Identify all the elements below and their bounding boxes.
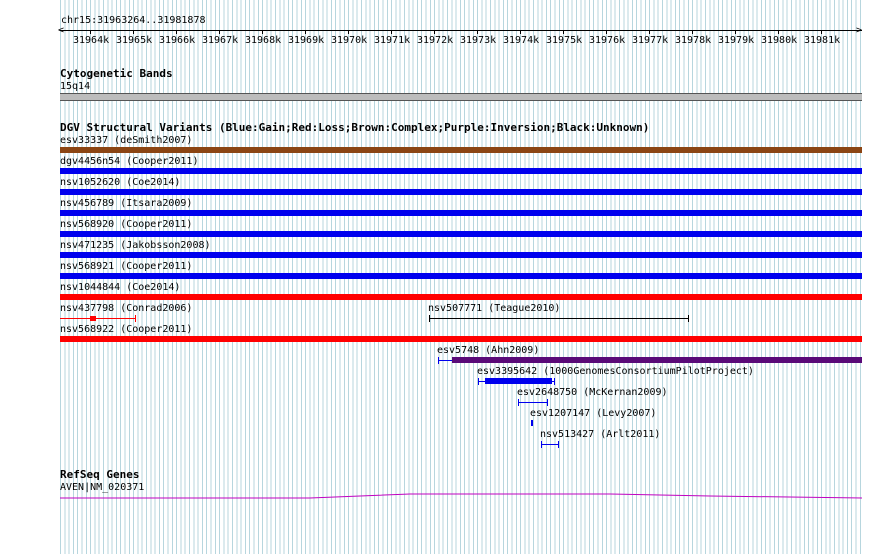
variant-label[interactable]: nsv471235 (Jakobsson2008) — [60, 241, 211, 251]
variant-bar-gain[interactable] — [60, 231, 862, 237]
ruler-tick-label: 31978k — [675, 35, 712, 46]
ruler-tick-label: 31964k — [73, 35, 110, 46]
variant-line-unknown[interactable] — [429, 318, 688, 319]
ruler-tick — [606, 30, 607, 34]
variant-label[interactable]: esv5748 (Ahn2009) — [437, 346, 539, 356]
ruler-tick — [391, 30, 392, 34]
ruler-tick-label: 31972k — [417, 35, 454, 46]
ruler-tick-label: 31981k — [804, 35, 841, 46]
variant-bar-loss[interactable] — [60, 294, 862, 300]
ruler-tick-label: 31967k — [202, 35, 239, 46]
variant-label[interactable]: nsv1044844 (Coe2014) — [60, 283, 180, 293]
gene-model-line[interactable] — [60, 490, 862, 502]
ruler-tick-label: 31975k — [546, 35, 583, 46]
variant-label[interactable]: nsv568921 (Cooper2011) — [60, 262, 192, 272]
variant-bar-loss[interactable] — [60, 336, 862, 342]
ruler-tick — [735, 30, 736, 34]
variant-bar-inversion[interactable] — [452, 357, 862, 363]
variant-end-tick — [688, 315, 689, 322]
variant-line-loss[interactable] — [60, 318, 136, 319]
ruler-tick — [692, 30, 693, 34]
variant-line-gain[interactable] — [541, 444, 559, 445]
refseq-track-title: RefSeq Genes — [60, 468, 140, 481]
variant-bar-gain[interactable] — [60, 168, 862, 174]
variant-end-tick — [554, 378, 555, 385]
cytoband-label: 15q14 — [60, 81, 91, 92]
ruler-tick-label: 31970k — [331, 35, 368, 46]
ruler-tick-label: 31969k — [288, 35, 325, 46]
ruler-tick — [90, 30, 91, 34]
ruler-tick-label: 31974k — [503, 35, 540, 46]
variant-bar-gain[interactable] — [485, 378, 552, 384]
variant-label[interactable]: nsv437798 (Conrad2006) — [60, 304, 192, 314]
variant-label[interactable]: esv3395642 (1000GenomesConsortiumPilotPr… — [477, 367, 754, 377]
ruler-tick-label: 31977k — [632, 35, 669, 46]
ruler-tick — [649, 30, 650, 34]
ruler-tick-label: 31976k — [589, 35, 626, 46]
ruler-tick — [778, 30, 779, 34]
ruler-tick — [305, 30, 306, 34]
ruler-tick — [262, 30, 263, 34]
variant-label[interactable]: dgv4456n54 (Cooper2011) — [60, 157, 198, 167]
variant-start-tick — [478, 378, 479, 385]
ruler-tick — [219, 30, 220, 34]
variant-bar-gain[interactable] — [60, 189, 862, 195]
ruler-tick — [520, 30, 521, 34]
variant-end-tick — [135, 315, 136, 322]
variant-line-gain[interactable] — [518, 402, 548, 403]
variant-bar-complex[interactable] — [60, 147, 862, 153]
variant-start-tick — [518, 399, 519, 406]
ruler-tick — [176, 30, 177, 34]
variant-label[interactable]: esv33337 (deSmith2007) — [60, 136, 192, 146]
variant-block-gain[interactable] — [531, 420, 533, 426]
variant-label[interactable]: nsv507771 (Teague2010) — [428, 304, 560, 314]
ruler-left-arrow: < — [58, 25, 65, 36]
variant-label[interactable]: nsv456789 (Itsara2009) — [60, 199, 192, 209]
ruler-region-title: chr15:31963264..31981878 — [61, 15, 206, 26]
ruler-tick-label: 31979k — [718, 35, 755, 46]
ruler-tick — [348, 30, 349, 34]
ruler-tick — [563, 30, 564, 34]
variant-label[interactable]: esv1207147 (Levy2007) — [530, 409, 656, 419]
ruler-tick-label: 31968k — [245, 35, 282, 46]
cytoband-bar[interactable] — [60, 93, 862, 101]
variant-label[interactable]: nsv1052620 (Coe2014) — [60, 178, 180, 188]
ruler-tick-label: 31973k — [460, 35, 497, 46]
ruler-tick — [133, 30, 134, 34]
variant-label[interactable]: nsv568922 (Cooper2011) — [60, 325, 192, 335]
ruler-tick-label: 31965k — [116, 35, 153, 46]
variant-bar-gain[interactable] — [60, 273, 862, 279]
variant-block-loss[interactable] — [90, 316, 96, 321]
ruler-tick — [821, 30, 822, 34]
variant-label[interactable]: nsv513427 (Arlt2011) — [540, 430, 660, 440]
ruler-right-arrow: > — [856, 25, 863, 36]
dgv-track-title: DGV Structural Variants (Blue:Gain;Red:L… — [60, 121, 650, 134]
ruler-tick-label: 31966k — [159, 35, 196, 46]
variant-bar-gain[interactable] — [60, 210, 862, 216]
ruler-axis — [60, 30, 862, 31]
variant-label[interactable]: esv2648750 (McKernan2009) — [517, 388, 668, 398]
ruler-tick — [477, 30, 478, 34]
cytoband-track-title: Cytogenetic Bands — [60, 67, 173, 80]
variant-start-tick — [541, 441, 542, 448]
variant-end-tick — [547, 399, 548, 406]
ruler-tick-label: 31971k — [374, 35, 411, 46]
variant-label[interactable]: nsv568920 (Cooper2011) — [60, 220, 192, 230]
variant-start-tick — [438, 357, 439, 364]
variant-end-tick — [558, 441, 559, 448]
variant-start-tick — [429, 315, 430, 322]
variant-bar-gain[interactable] — [60, 252, 862, 258]
ruler-tick — [434, 30, 435, 34]
ruler-tick-label: 31980k — [761, 35, 798, 46]
